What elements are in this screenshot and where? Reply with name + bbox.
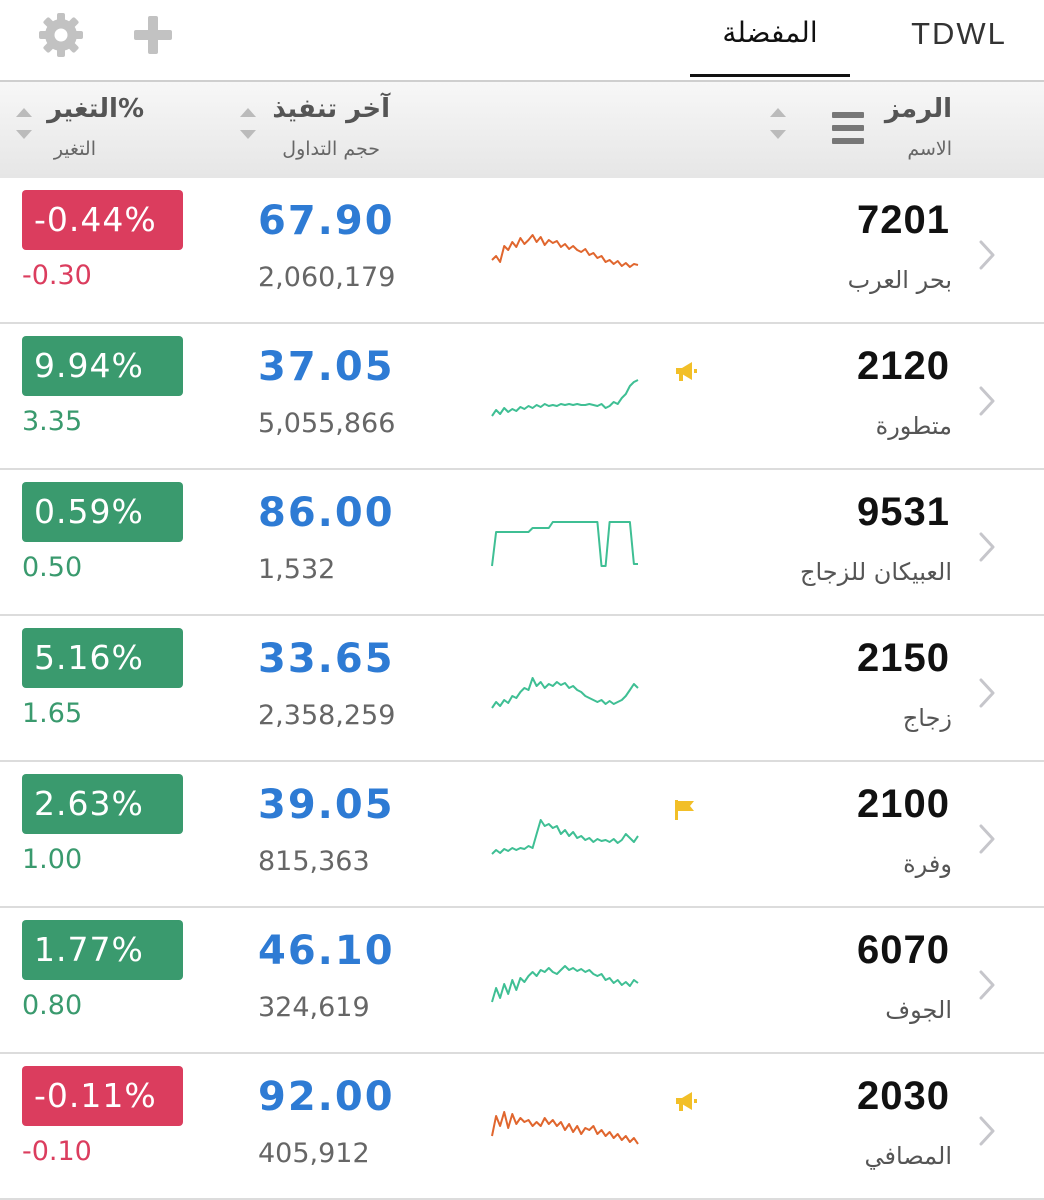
top-toolbar: المفضلة TDWL — [0, 0, 1044, 80]
sparkline-chart — [491, 819, 639, 855]
change-header: التغير — [53, 138, 96, 160]
change-pct-badge: 2.63% — [22, 774, 183, 834]
stock-name: بحر العرب — [847, 266, 952, 294]
volume-value: 2,358,259 — [258, 700, 396, 731]
chevron-right-icon[interactable] — [976, 968, 998, 1002]
volume-value: 815,363 — [258, 846, 370, 877]
stock-row[interactable]: 2.63% 1.00 39.05 815,363 2100 وفرة — [0, 762, 1044, 908]
sparkline-chart — [491, 1111, 639, 1145]
change-pct-badge: -0.11% — [22, 1066, 183, 1126]
change-pct-badge: -0.44% — [22, 190, 183, 250]
change-pct-badge: 5.16% — [22, 628, 183, 688]
volume-value: 1,532 — [258, 554, 336, 585]
announcement-icon — [676, 362, 697, 381]
sparkline-chart — [491, 677, 639, 709]
volume-value: 2,060,179 — [258, 262, 396, 293]
menu-icon[interactable] — [832, 112, 864, 144]
change-pct-badge: 9.94% — [22, 336, 183, 396]
change-value: -0.30 — [22, 260, 92, 291]
chevron-right-icon[interactable] — [976, 1114, 998, 1148]
stock-symbol: 2100 — [857, 782, 950, 826]
chevron-right-icon[interactable] — [976, 238, 998, 272]
flag-icon — [675, 800, 694, 820]
volume-value: 405,912 — [258, 1138, 370, 1169]
name-header: الاسم — [907, 138, 952, 160]
stock-row[interactable]: 5.16% 1.65 33.65 2,358,259 2150 زجاج — [0, 616, 1044, 762]
stock-row[interactable]: 9.94% 3.35 37.05 5,055,866 2120 متطورة — [0, 324, 1044, 470]
sort-change-icon[interactable] — [16, 100, 34, 148]
stock-row[interactable]: -0.11% -0.10 92.00 405,912 2030 المصافي — [0, 1054, 1044, 1200]
stock-symbol: 2120 — [857, 344, 950, 388]
volume-value: 5,055,866 — [258, 408, 396, 439]
sparkline-chart — [491, 234, 639, 268]
stock-symbol: 9531 — [857, 490, 950, 534]
sparkline-chart — [491, 379, 639, 417]
stock-name: وفرة — [903, 850, 952, 878]
change-pct-badge: 0.59% — [22, 482, 183, 542]
sparkline-chart — [491, 965, 639, 1003]
last-price: 67.90 — [258, 198, 395, 244]
stock-name: العبيكان للزجاج — [799, 558, 952, 586]
chevron-right-icon[interactable] — [976, 530, 998, 564]
last-price: 33.65 — [258, 636, 395, 682]
gear-icon[interactable] — [38, 12, 84, 58]
sparkline-line — [491, 234, 639, 268]
sparkline-line — [491, 965, 639, 1003]
last-price: 37.05 — [258, 344, 395, 390]
volume-value: 324,619 — [258, 992, 370, 1023]
last-price: 86.00 — [258, 490, 395, 536]
symbol-header[interactable]: الرمز — [880, 94, 952, 124]
sparkline-line — [491, 379, 639, 417]
change-value: -0.10 — [22, 1136, 92, 1167]
sparkline-line — [491, 819, 639, 855]
stock-name: زجاج — [902, 704, 952, 732]
plus-icon[interactable] — [130, 12, 176, 58]
change-value: 3.35 — [22, 406, 83, 437]
stock-name: المصافي — [864, 1142, 952, 1170]
stock-row[interactable]: 0.59% 0.50 86.00 1,532 9531 العبيكان للزجاج — [0, 470, 1044, 616]
sort-symbol-icon[interactable] — [770, 100, 788, 148]
column-header: التغير% التغير آخر تنفيذ حجم التداول الر… — [0, 82, 1044, 179]
active-tab-indicator — [690, 74, 850, 77]
change-pct-badge: 1.77% — [22, 920, 183, 980]
last-price-header[interactable]: آخر تنفيذ — [268, 94, 390, 124]
sparkline-line — [491, 521, 638, 567]
last-price: 39.05 — [258, 782, 395, 828]
volume-header: حجم التداول — [282, 138, 380, 160]
chevron-right-icon[interactable] — [976, 676, 998, 710]
announcement-icon — [676, 1092, 697, 1111]
sort-price-icon[interactable] — [240, 100, 258, 148]
last-price: 46.10 — [258, 928, 395, 974]
chevron-right-icon[interactable] — [976, 822, 998, 856]
chevron-right-icon[interactable] — [976, 384, 998, 418]
stock-row[interactable]: 1.77% 0.80 46.10 324,619 6070 الجوف — [0, 908, 1044, 1054]
sparkline-line — [491, 1111, 639, 1145]
change-value: 0.80 — [22, 990, 83, 1021]
change-value: 0.50 — [22, 552, 83, 583]
stock-symbol: 7201 — [857, 198, 950, 242]
stock-name: الجوف — [885, 996, 952, 1024]
stock-symbol: 2150 — [857, 636, 950, 680]
tab-favorites[interactable]: المفضلة — [690, 16, 850, 49]
sparkline-line — [491, 677, 639, 709]
stock-row[interactable]: -0.44% -0.30 67.90 2,060,179 7201 بحر العرب — [0, 178, 1044, 324]
stock-name: متطورة — [875, 412, 952, 440]
sparkline-chart — [491, 521, 638, 567]
change-value: 1.00 — [22, 844, 83, 875]
tab-tdwl[interactable]: TDWL — [884, 16, 1034, 52]
stock-symbol: 2030 — [857, 1074, 950, 1118]
change-pct-header[interactable]: التغير% — [44, 94, 144, 124]
stock-symbol: 6070 — [857, 928, 950, 972]
last-price: 92.00 — [258, 1074, 395, 1120]
watchlist: -0.44% -0.30 67.90 2,060,179 7201 بحر العرب 9.… — [0, 178, 1044, 1200]
change-value: 1.65 — [22, 698, 83, 729]
